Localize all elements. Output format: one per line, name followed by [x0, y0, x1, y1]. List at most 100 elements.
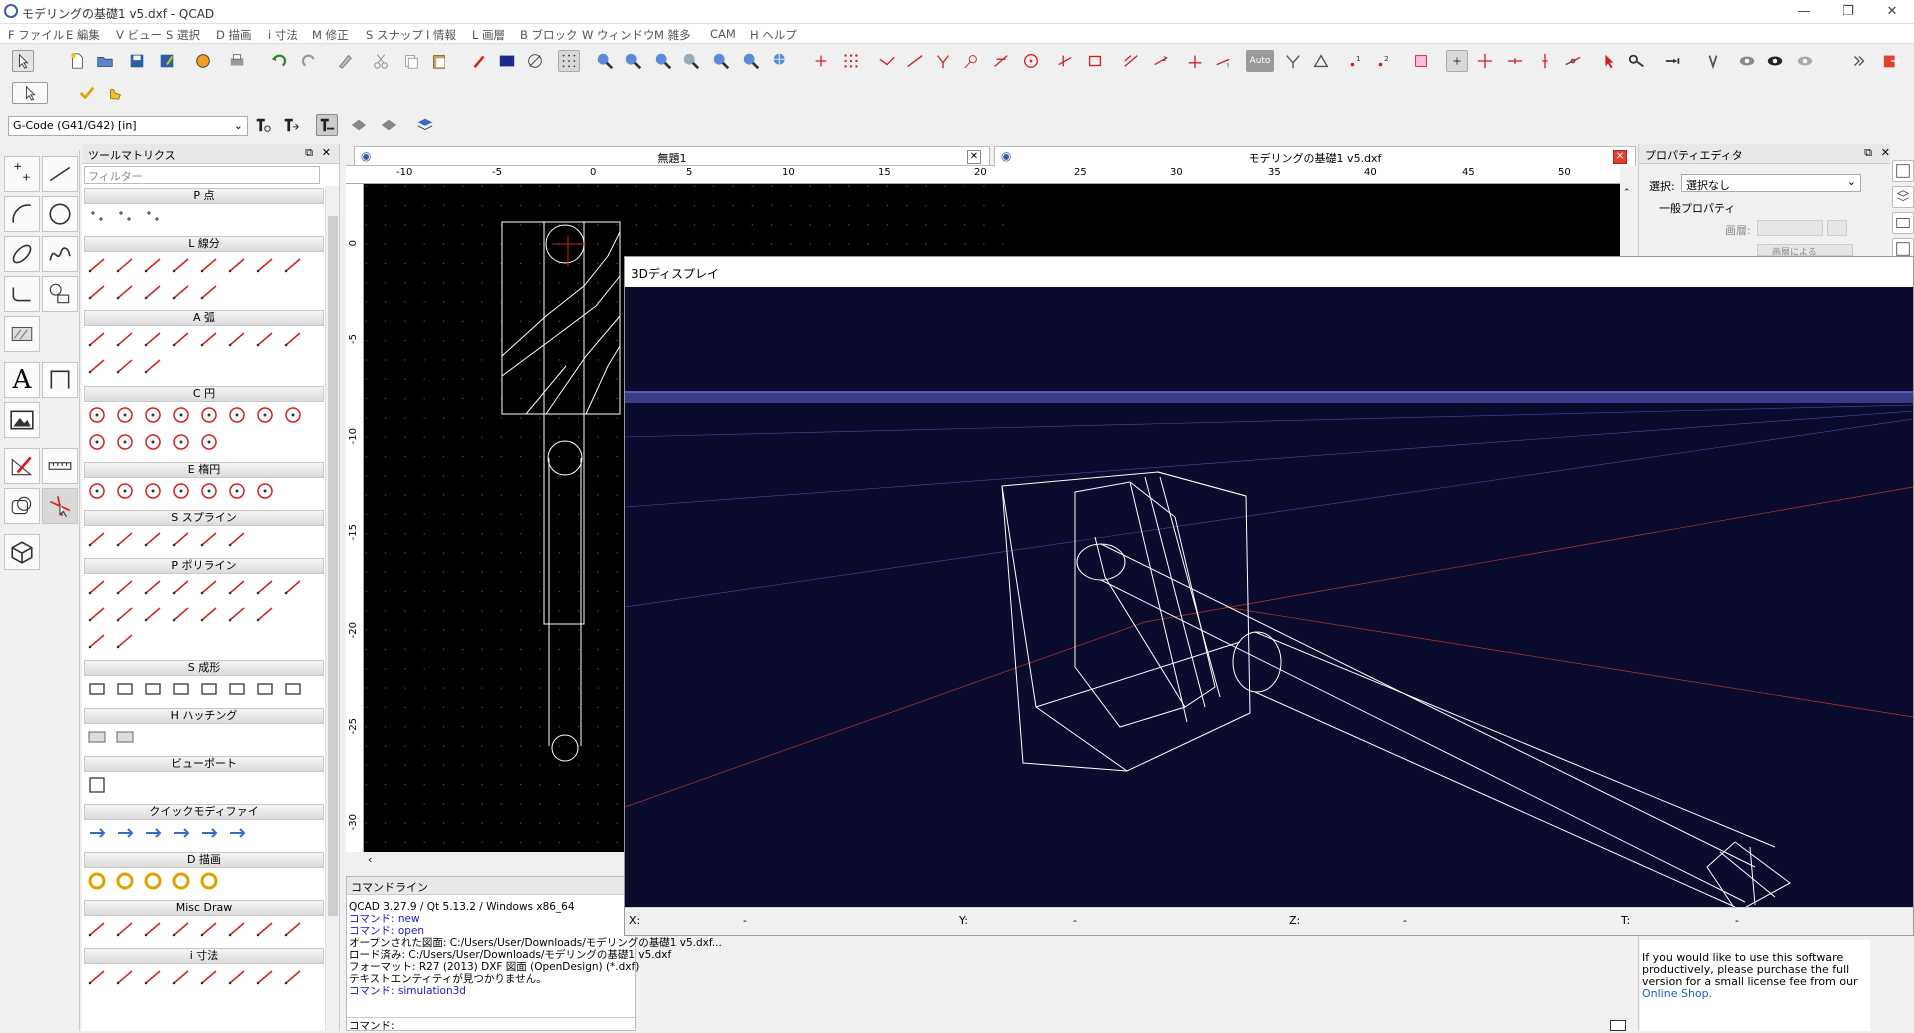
menu-help[interactable]: H ヘルプ [750, 27, 797, 43]
float-icon[interactable]: ⧉ [305, 146, 313, 160]
command-input[interactable]: コマンド: [347, 1017, 635, 1032]
dock-layers-button[interactable] [1892, 186, 1914, 208]
line-tool-12-button[interactable] [170, 281, 192, 303]
snap-free-button[interactable] [810, 50, 832, 72]
tab-modeling-dxf[interactable]: ◉ モデリングの基礎1 v5.dxf ✕ [994, 146, 1636, 166]
tool-section-point[interactable]: P 点 [84, 188, 324, 204]
point-tool-2-button[interactable] [114, 206, 136, 228]
line-tool-10-button[interactable] [114, 281, 136, 303]
snap-on-entity-button[interactable] [1084, 50, 1106, 72]
line-tool-1-button[interactable] [86, 254, 108, 276]
save-as-button[interactable] [156, 50, 178, 72]
cam-layer2-button[interactable] [378, 114, 400, 136]
float-icon[interactable]: ⧉ [1864, 146, 1872, 160]
shape-tool-6-button[interactable] [226, 678, 248, 700]
zoom-previous-button[interactable] [680, 50, 702, 72]
line-tool-3-button[interactable] [142, 254, 164, 276]
draw-order-button[interactable] [1702, 50, 1724, 72]
polyline-tool-2-button[interactable] [114, 576, 136, 598]
polyline-tool-11-button[interactable] [142, 603, 164, 625]
print-button[interactable] [226, 50, 248, 72]
cam-simulation-button[interactable] [414, 114, 436, 136]
image-tool-button[interactable] [4, 402, 40, 438]
select-entity-button[interactable] [12, 82, 48, 104]
pan-button[interactable] [770, 50, 792, 72]
grid-toggle-button[interactable] [558, 50, 580, 72]
tool-section-circle[interactable]: C 円 [84, 386, 324, 402]
menu-block[interactable]: B ブロック [520, 27, 578, 43]
snap-circle-button[interactable] [1020, 50, 1042, 72]
back-button[interactable] [104, 82, 126, 104]
cam-layer-button[interactable] [348, 114, 370, 136]
menu-view[interactable]: V ビュー [116, 27, 162, 43]
polyline-tool-9-button[interactable] [86, 603, 108, 625]
license-scrollbar[interactable] [1870, 940, 1884, 1031]
arc-tools-button[interactable] [4, 196, 40, 232]
close-panel-icon[interactable]: ✕ [322, 146, 331, 159]
show-all-layers-button[interactable] [1736, 50, 1758, 72]
cad-horizontal-scrollbar[interactable]: ‹ [346, 852, 636, 870]
misc-draw-tool-3-button[interactable] [142, 918, 164, 940]
tool-section-arc[interactable]: A 弧 [84, 310, 324, 326]
polyline-tool-18-button[interactable] [114, 630, 136, 652]
line-tool-5-button[interactable] [198, 254, 220, 276]
point-tools-button[interactable] [4, 156, 40, 192]
paste-button[interactable] [428, 50, 450, 72]
save-button[interactable] [126, 50, 148, 72]
spline-tools-button[interactable] [42, 236, 78, 272]
line-tools-button[interactable] [42, 156, 78, 192]
circle-tool-1-button[interactable] [86, 404, 108, 426]
spline-tool-5-button[interactable] [198, 528, 220, 550]
line-tool-8-button[interactable] [282, 254, 304, 276]
tool-section-hatch[interactable]: H ハッチング [84, 708, 324, 724]
snap-perpendicular-button[interactable] [1054, 50, 1076, 72]
background-color-button[interactable] [496, 50, 518, 72]
viewport-tool-1-button[interactable] [86, 774, 108, 796]
tool-filter-input[interactable]: フィルター [84, 166, 320, 184]
shape-tool-4-button[interactable] [170, 678, 192, 700]
dock-properties-button[interactable] [1892, 160, 1914, 182]
circle-tool-6-button[interactable] [226, 404, 248, 426]
shape-tool-2-button[interactable] [114, 678, 136, 700]
line-tool-11-button[interactable] [142, 281, 164, 303]
ellipse-tool-6-button[interactable] [226, 480, 248, 502]
ellipse-tool-1-button[interactable] [86, 480, 108, 502]
circle-tools-button[interactable] [42, 196, 78, 232]
dimension-tool-5-button[interactable] [198, 966, 220, 988]
spline-tool-1-button[interactable] [86, 528, 108, 550]
print-preview-button[interactable] [192, 50, 214, 72]
spline-tool-4-button[interactable] [170, 528, 192, 550]
show-layer-button[interactable] [1764, 50, 1786, 72]
snap-midpoint-button[interactable] [904, 50, 926, 72]
polyline-tool-14-button[interactable] [226, 603, 248, 625]
hide-layer-button[interactable] [1794, 50, 1816, 72]
shape-tool-5-button[interactable] [198, 678, 220, 700]
polyline-tool-17-button[interactable] [86, 630, 108, 652]
snap-intersection-button[interactable] [960, 50, 982, 72]
draw-tool-2-button[interactable] [114, 870, 136, 892]
new-file-button[interactable] [66, 50, 88, 72]
line-tool-4-button[interactable] [170, 254, 192, 276]
menu-cam[interactable]: CAM [710, 27, 736, 41]
pointer-tool-button[interactable] [12, 50, 34, 72]
arc-tool-7-button[interactable] [254, 328, 276, 350]
snap-angle-button[interactable] [1310, 50, 1332, 72]
misc-draw-tool-2-button[interactable] [114, 918, 136, 940]
misc-draw-tool-7-button[interactable] [254, 918, 276, 940]
spline-tool-2-button[interactable] [114, 528, 136, 550]
quick-modify-tool-1-button[interactable] [86, 822, 108, 844]
arc-tool-3-button[interactable] [142, 328, 164, 350]
draw-tool-5-button[interactable] [198, 870, 220, 892]
snap-distance-button[interactable] [1120, 50, 1142, 72]
line-tool-13-button[interactable] [198, 281, 220, 303]
selection-filter-select[interactable]: 選択なし ⌄ [1681, 174, 1861, 192]
line-tool-7-button[interactable] [254, 254, 276, 276]
shape-tool-8-button[interactable] [282, 678, 304, 700]
snap-off-button[interactable] [1410, 50, 1432, 72]
cam-config-button[interactable] [252, 114, 274, 136]
arc-tool-10-button[interactable] [114, 355, 136, 377]
polyline-tool-6-button[interactable] [226, 576, 248, 598]
polyline-tool-4-button[interactable] [170, 576, 192, 598]
menu-draw[interactable]: D 描画 [216, 27, 252, 43]
point-tool-3-button[interactable] [142, 206, 164, 228]
